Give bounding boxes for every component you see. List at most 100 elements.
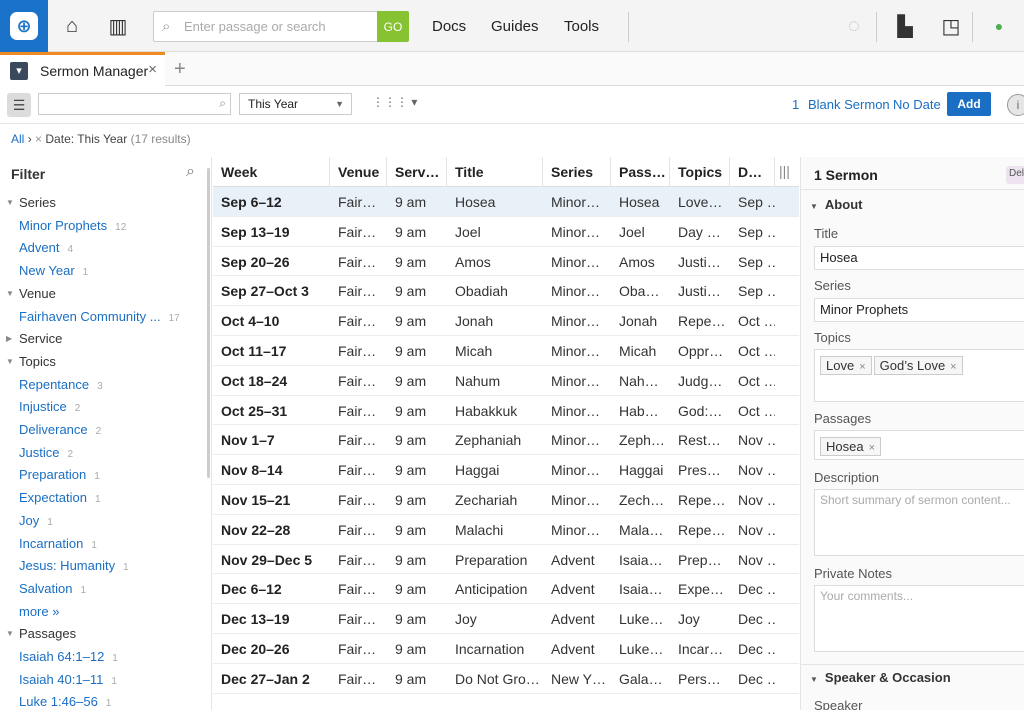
filter-item[interactable]: Isaiah 40:1–11 1: [19, 672, 117, 692]
add-tab-button[interactable]: +: [174, 58, 186, 81]
breadcrumb-all[interactable]: All: [11, 132, 24, 146]
column-header[interactable]: Pass…: [611, 157, 670, 187]
view-options-icon[interactable]: ⋮⋮⋮ ▾: [372, 95, 417, 109]
table-cell: Love…: [678, 194, 723, 210]
table-row[interactable]: Dec 27–Jan 2 Fair… 9 am Do Not Gro… New Y… Ga…: [213, 664, 799, 694]
logo-button[interactable]: ⊕: [0, 0, 48, 52]
table-cell: Fair…: [338, 253, 377, 270]
speaker-section-toggle[interactable]: ▼ Speaker & Occasion: [810, 670, 951, 685]
about-section-toggle[interactable]: ▼ About: [810, 197, 862, 212]
filter-item[interactable]: Injustice 2: [19, 399, 80, 419]
table-row[interactable]: Nov 1–7 Fair… 9 am Zephaniah Minor… Zeph… Rest…: [213, 425, 799, 456]
no-date-link[interactable]: No Date: [893, 97, 941, 112]
date-range-select[interactable]: This Year ▼: [239, 93, 352, 115]
table-cell: Nov 8–14: [221, 462, 283, 479]
description-field[interactable]: Short summary of sermon content...: [814, 489, 1024, 556]
table-row[interactable]: Oct 18–24 Fair… 9 am Nahum Minor… Nah… Judg… Oc…: [213, 366, 799, 396]
table-row[interactable]: Nov 22–28 Fair… 9 am Malachi Minor… Mala… Repe…: [213, 515, 799, 545]
divider: [876, 12, 877, 42]
filter-item[interactable]: Advent 4: [19, 240, 73, 260]
filter-item[interactable]: New Year 1: [19, 263, 88, 283]
home-icon[interactable]: ⌂: [58, 12, 86, 40]
close-tab-icon[interactable]: ×: [148, 61, 157, 78]
column-header[interactable]: Title: [447, 157, 543, 187]
filter-item[interactable]: Incarnation 1: [19, 536, 97, 556]
table-row[interactable]: Nov 8–14 Fair… 9 am Haggai Minor… Haggai Pres……: [213, 455, 799, 485]
column-header[interactable]: Series: [543, 157, 611, 187]
filter-item[interactable]: Luke 1:46–56 1: [19, 694, 111, 710]
info-icon[interactable]: i: [1007, 94, 1024, 116]
panel-close-icon[interactable]: ◳: [937, 12, 965, 40]
table-cell: Pres…: [678, 462, 721, 479]
remove-tag-icon[interactable]: ×: [950, 361, 956, 373]
tab-bar: ▾ Sermon Manager × +: [0, 52, 1024, 86]
table-row[interactable]: Dec 20–26 Fair… 9 am Incarnation Advent Luke……: [213, 634, 799, 664]
go-button[interactable]: GO: [377, 11, 409, 42]
filter-search-input[interactable]: ⌕: [38, 93, 231, 115]
table-cell: 9 am: [395, 253, 427, 270]
filter-item[interactable]: Salvation 1: [19, 581, 86, 601]
table-cell: Gala…: [619, 670, 663, 687]
filter-item[interactable]: Deliverance 2: [19, 422, 101, 442]
table-row[interactable]: Sep 13–19 Fair… 9 am Joel Minor… Joel Day … Sep…: [213, 217, 799, 247]
table-row[interactable]: Oct 25–31 Fair… 9 am Habakkuk Minor… Hab… God:…: [213, 396, 799, 426]
delete-button[interactable]: Del: [1006, 166, 1024, 184]
table-cell: Nov 29–Dec 5: [221, 551, 313, 568]
column-header[interactable]: Week: [213, 157, 330, 187]
table-row[interactable]: Dec 13–19 Fair… 9 am Joy Advent Luke… Joy Dec …: [213, 604, 799, 634]
table-row[interactable]: Nov 15–21 Fair… 9 am Zechariah Minor… Zech… Re…: [213, 485, 799, 515]
series-field[interactable]: Minor Prophets: [814, 298, 1024, 322]
nav-tools[interactable]: Tools: [564, 18, 599, 35]
nav-docs[interactable]: Docs: [432, 18, 466, 35]
filter-item[interactable]: Jesus: Humanity 1: [19, 558, 129, 578]
sidebar-scrollbar[interactable]: [207, 168, 210, 478]
filter-item[interactable]: Justice 2: [19, 445, 73, 465]
nav-guides[interactable]: Guides: [491, 18, 539, 35]
table-row[interactable]: Nov 29–Dec 5 Fair… 9 am Preparation Advent Is…: [213, 545, 799, 575]
table-row[interactable]: Oct 4–10 Fair… 9 am Jonah Minor… Jonah Repe… Oc…: [213, 306, 799, 336]
table-cell: Joy: [678, 611, 700, 628]
table-cell: Sep 20–26: [221, 253, 290, 270]
column-options-icon[interactable]: |||: [779, 163, 790, 179]
search-input[interactable]: [184, 12, 378, 41]
title-field[interactable]: Hosea: [814, 246, 1024, 270]
remove-filter-icon[interactable]: ×: [35, 132, 42, 146]
filter-item[interactable]: Preparation 1: [19, 467, 100, 487]
filter-item[interactable]: Joy 1: [19, 513, 53, 533]
tab-sermon-manager[interactable]: ▾ Sermon Manager ×: [0, 52, 165, 86]
search-icon[interactable]: ⌕: [186, 163, 195, 181]
column-header[interactable]: Topics: [670, 157, 730, 187]
table-row[interactable]: Oct 11–17 Fair… 9 am Micah Minor… Micah Oppr… O…: [213, 336, 799, 366]
blank-sermon-link[interactable]: Blank Sermon: [808, 97, 890, 112]
table-cell: Dec …: [738, 670, 775, 687]
notes-field[interactable]: Your comments...: [814, 585, 1024, 652]
table-row[interactable]: Sep 27–Oct 3 Fair… 9 am Obadiah Minor… Oba… Ju…: [213, 276, 799, 307]
add-button[interactable]: Add: [947, 92, 991, 116]
date-range-value: This Year: [248, 97, 299, 111]
table-cell: Justi…: [678, 283, 721, 300]
filter-item[interactable]: more »: [19, 604, 59, 624]
user-icon[interactable]: ●: [985, 12, 1013, 40]
filter-item[interactable]: Minor Prophets 12: [19, 218, 126, 238]
sermon-count: 1: [792, 97, 800, 112]
filter-item[interactable]: Fairhaven Community ... 17: [19, 309, 180, 329]
table-cell: Fair…: [338, 402, 377, 419]
table-row[interactable]: Sep 6–12 Fair… 9 am Hosea Minor… Hosea Love… Se…: [213, 187, 799, 217]
menu-icon[interactable]: ☰: [7, 93, 31, 117]
library-icon[interactable]: ▥: [104, 12, 132, 40]
remove-tag-icon[interactable]: ×: [859, 361, 865, 373]
remove-tag-icon[interactable]: ×: [869, 442, 875, 454]
topics-field[interactable]: Love × God’s Love ×: [814, 349, 1024, 402]
filter-item[interactable]: Expectation 1: [19, 490, 101, 510]
filter-item[interactable]: Isaiah 64:1–12 1: [19, 649, 118, 669]
column-header[interactable]: Serv…: [387, 157, 447, 187]
table-row[interactable]: Dec 6–12 Fair… 9 am Anticipation Advent Isaia…: [213, 574, 799, 605]
passages-field[interactable]: Hosea ×: [814, 430, 1024, 460]
column-header[interactable]: Venue: [330, 157, 387, 187]
passages-label: Passages: [814, 411, 872, 426]
sync-icon[interactable]: ◌: [840, 12, 868, 40]
table-row[interactable]: Sep 20–26 Fair… 9 am Amos Minor… Amos Justi… Se…: [213, 247, 799, 277]
filter-item[interactable]: Repentance 3: [19, 377, 103, 397]
layout-icon[interactable]: ▙: [891, 12, 919, 40]
column-header[interactable]: D…: [730, 157, 775, 187]
